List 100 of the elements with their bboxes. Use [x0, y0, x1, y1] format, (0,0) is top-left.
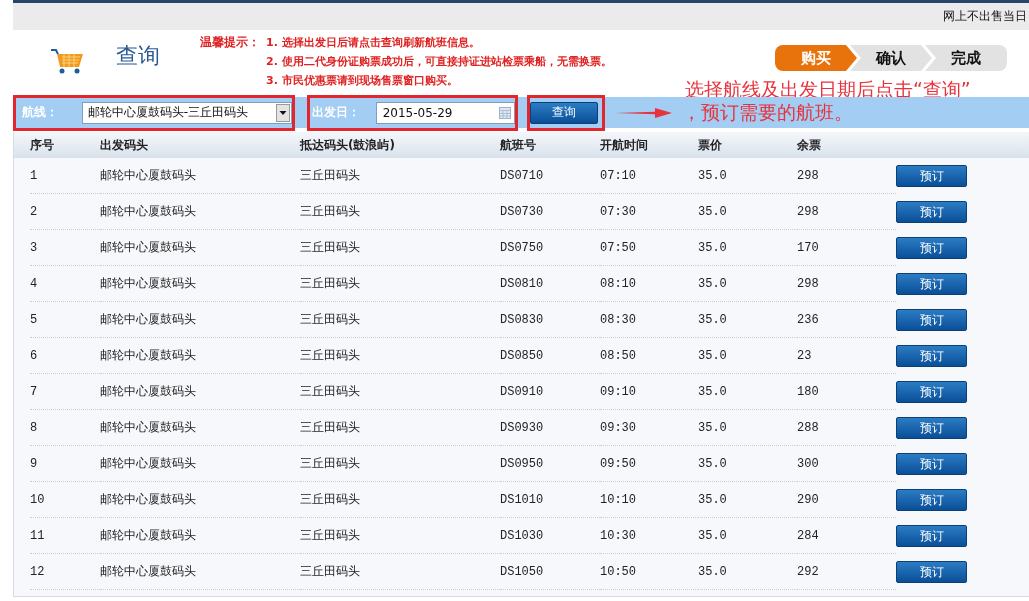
route-select[interactable]: 邮轮中心厦鼓码头-三丘田码头	[81, 101, 292, 124]
column-header: 序号	[30, 136, 55, 154]
table-cell: 邮轮中心厦鼓码头	[100, 194, 300, 230]
table-cell: 35.0	[698, 518, 797, 554]
date-field[interactable]: 2015-05-29	[375, 101, 515, 124]
table-cell: 35.0	[698, 482, 797, 518]
table-cell: 邮轮中心厦鼓码头	[100, 338, 300, 374]
table-cell: DS0830	[500, 302, 600, 338]
table-cell: 2	[30, 194, 100, 230]
table-cell: DS0810	[500, 266, 600, 302]
book-button[interactable]: 预订	[896, 489, 967, 511]
table-cell: DS0750	[500, 230, 600, 266]
table-cell: 9	[30, 446, 100, 482]
table-cell: 三丘田码头	[300, 158, 500, 194]
table-cell: 09:30	[600, 410, 698, 446]
route-label: 航线：	[21, 104, 59, 121]
book-button[interactable]: 预订	[896, 417, 967, 439]
table-cell: DS0850	[500, 338, 600, 374]
book-button[interactable]: 预订	[896, 165, 967, 187]
date-label: 出发日：	[311, 104, 361, 121]
annotation-text: ，预订需要的航班。	[682, 99, 853, 125]
calendar-icon	[499, 106, 511, 119]
table-cell: 邮轮中心厦鼓码头	[100, 230, 300, 266]
table-cell: 三丘田码头	[300, 518, 500, 554]
book-button[interactable]: 预订	[896, 345, 967, 367]
table-cell: 10:10	[600, 482, 698, 518]
table-cell: 07:10	[600, 158, 698, 194]
table-cell: DS1030	[500, 518, 600, 554]
table-cell: 35.0	[698, 302, 797, 338]
table-cell: DS0710	[500, 158, 600, 194]
tips-label: 温馨提示：	[200, 34, 260, 51]
column-header: 开航时间	[600, 136, 649, 154]
tip-text: 1. 选择出发日后请点击查询刷新航班信息。	[266, 35, 481, 51]
table-cell: 邮轮中心厦鼓码头	[100, 554, 300, 590]
table-cell: 3	[30, 230, 100, 266]
table-cell: 09:10	[600, 374, 698, 410]
table-cell: 三丘田码头	[300, 266, 500, 302]
table-cell: 邮轮中心厦鼓码头	[100, 374, 300, 410]
table-cell: 邮轮中心厦鼓码头	[100, 482, 300, 518]
table-cell: 7	[30, 374, 100, 410]
tip-text: 3. 市民优惠票请到现场售票窗口购买。	[266, 73, 459, 89]
table-cell: 8	[30, 410, 100, 446]
table-cell: 12	[30, 554, 100, 590]
book-button[interactable]: 预订	[896, 237, 967, 259]
table-cell: 07:50	[600, 230, 698, 266]
book-button[interactable]: 预订	[896, 525, 967, 547]
table-cell: 10:30	[600, 518, 698, 554]
table-cell: 11	[30, 518, 100, 554]
table-cell: DS0910	[500, 374, 600, 410]
table-cell: DS1050	[500, 554, 600, 590]
book-button[interactable]: 预订	[896, 201, 967, 223]
table-cell: 三丘田码头	[300, 374, 500, 410]
table-cell: 10:50	[600, 554, 698, 590]
table-cell: 邮轮中心厦鼓码头	[100, 446, 300, 482]
tip-text: 2. 使用二代身份证购票成功后，可直接持证进站检票乘船，无需换票。	[266, 54, 612, 70]
column-header: 航班号	[500, 136, 537, 154]
table-cell: 邮轮中心厦鼓码头	[100, 410, 300, 446]
table-cell: 08:30	[600, 302, 698, 338]
book-button[interactable]: 预订	[896, 309, 967, 331]
table-cell: 4	[30, 266, 100, 302]
table-cell: 邮轮中心厦鼓码头	[100, 266, 300, 302]
table-cell: 三丘田码头	[300, 554, 500, 590]
table-cell: DS1010	[500, 482, 600, 518]
column-header: 余票	[797, 136, 822, 154]
table-cell: 邮轮中心厦鼓码头	[100, 158, 300, 194]
table-cell: 三丘田码头	[300, 446, 500, 482]
query-button[interactable]: 查询	[530, 101, 598, 124]
page-title: 查询	[116, 42, 160, 70]
book-button[interactable]: 预订	[896, 273, 967, 295]
table-cell: 三丘田码头	[300, 482, 500, 518]
table-cell: 邮轮中心厦鼓码头	[100, 518, 300, 554]
table-cell: 35.0	[698, 554, 797, 590]
notice-text: 网上不出售当日	[943, 8, 1028, 25]
column-header: 抵达码头(鼓浪屿)	[300, 136, 396, 154]
table-cell: 三丘田码头	[300, 194, 500, 230]
table-cell: DS0930	[500, 410, 600, 446]
progress-step: 确认	[850, 45, 932, 71]
table-cell: DS0950	[500, 446, 600, 482]
table-cell: 35.0	[698, 446, 797, 482]
table-cell: 35.0	[698, 266, 797, 302]
table-cell: 35.0	[698, 410, 797, 446]
table-cell: 5	[30, 302, 100, 338]
book-button[interactable]: 预订	[896, 561, 967, 583]
book-button[interactable]: 预订	[896, 381, 967, 403]
table-cell: 35.0	[698, 338, 797, 374]
table-cell: 三丘田码头	[300, 302, 500, 338]
table-cell: 09:50	[600, 446, 698, 482]
column-header: 票价	[698, 136, 723, 154]
column-header: 出发码头	[100, 136, 149, 154]
table-cell: 三丘田码头	[300, 410, 500, 446]
shopping-cart-icon	[50, 48, 84, 74]
table-cell: 10	[30, 482, 100, 518]
table-cell: 35.0	[698, 374, 797, 410]
table-cell: 三丘田码头	[300, 338, 500, 374]
table-cell: 08:10	[600, 266, 698, 302]
table-cell: 6	[30, 338, 100, 374]
book-button[interactable]: 预订	[896, 453, 967, 475]
table-cell: 35.0	[698, 158, 797, 194]
table-cell: 08:50	[600, 338, 698, 374]
progress-step: 完成	[925, 45, 1007, 71]
